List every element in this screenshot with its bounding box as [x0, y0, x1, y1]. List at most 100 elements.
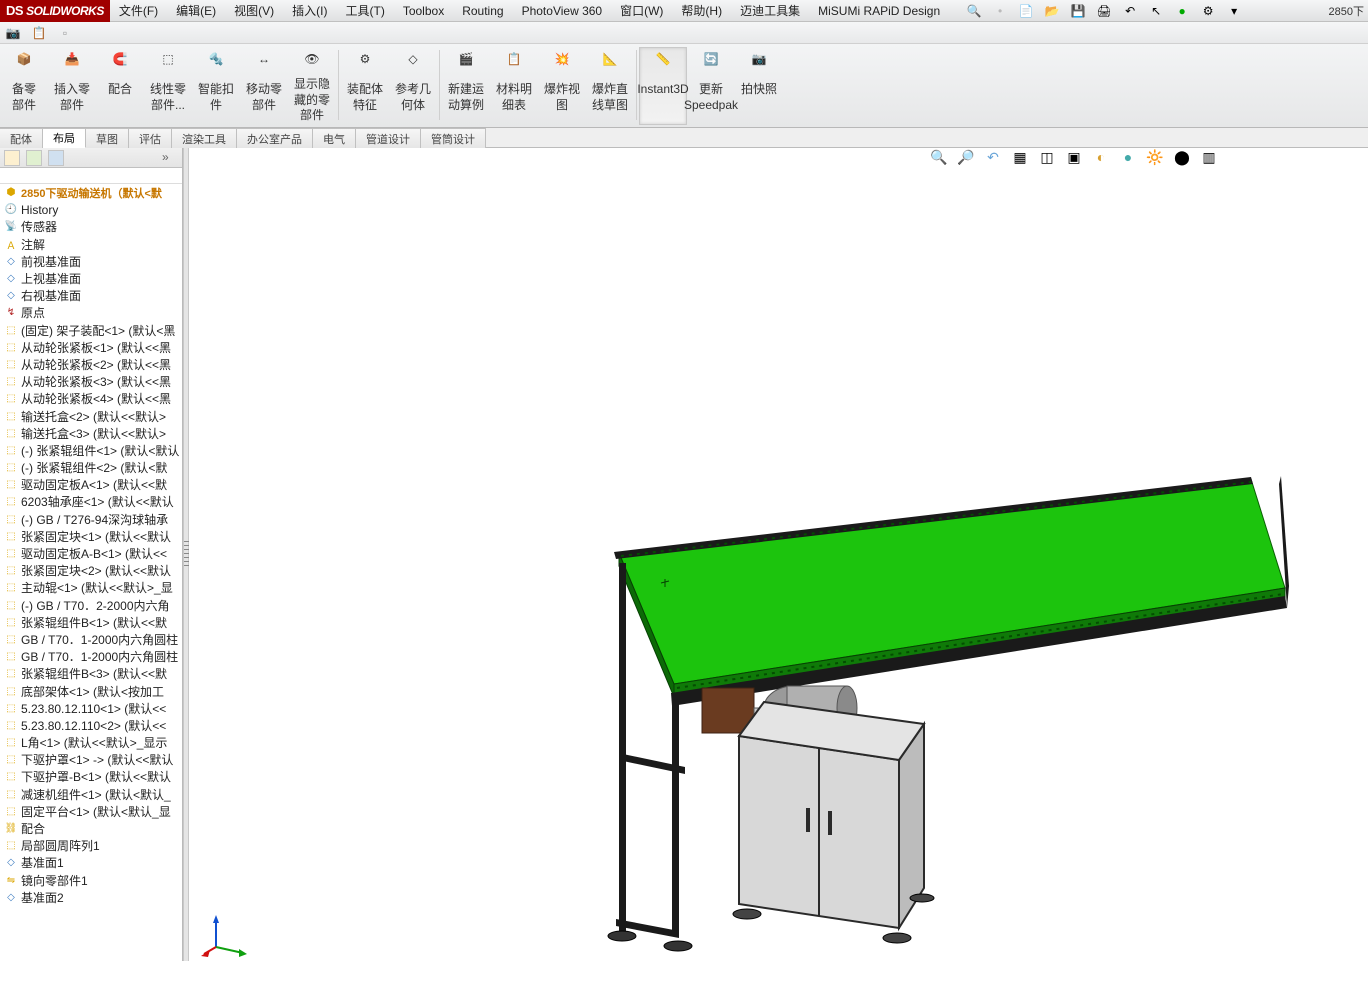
command-tab[interactable]: 渲染工具: [172, 128, 237, 148]
ribbon-button[interactable]: 📏Instant3D: [639, 47, 687, 125]
command-tab[interactable]: 配体: [0, 128, 43, 148]
command-tab[interactable]: 草图: [86, 128, 129, 148]
print-icon[interactable]: 🖨: [1095, 2, 1113, 20]
tree-item[interactable]: ⬚固定平台<1> (默认<默认_显: [0, 803, 182, 820]
command-tab[interactable]: 电气: [313, 128, 356, 148]
menu-item[interactable]: 文件(F): [110, 0, 167, 22]
command-tab[interactable]: 管筒设计: [421, 128, 486, 148]
tree-item[interactable]: 🕘History: [0, 201, 182, 218]
command-tab[interactable]: 布局: [43, 128, 86, 148]
tree-item[interactable]: ⬚减速机组件<1> (默认<默认_: [0, 786, 182, 803]
ribbon-button[interactable]: 🎬新建运动算例: [442, 47, 490, 125]
menu-item[interactable]: 帮助(H): [672, 0, 731, 22]
menu-item[interactable]: 编辑(E): [167, 0, 225, 22]
tree-item[interactable]: ⬚输送托盒<3> (默认<<默认>: [0, 425, 182, 442]
tree-item[interactable]: ◇上视基准面: [0, 270, 182, 287]
command-tab[interactable]: 管道设计: [356, 128, 421, 148]
ribbon-button[interactable]: 💥爆炸视图: [538, 47, 586, 125]
tree-tab-1[interactable]: [4, 150, 20, 166]
save-icon[interactable]: 💾: [1069, 2, 1087, 20]
new-icon[interactable]: 📄: [1017, 2, 1035, 20]
feature-tree[interactable]: ⬢2850下驱动输送机（默认<默🕘History📡传感器Ａ注解◇前视基准面◇上视…: [0, 184, 182, 961]
tree-item[interactable]: ⬚GB / T70．1-2000内六角圆柱: [0, 631, 182, 648]
menu-item[interactable]: 插入(I): [283, 0, 336, 22]
tree-item[interactable]: ⬚下驱护罩-B<1> (默认<<默认: [0, 768, 182, 785]
prev-view-icon[interactable]: ↶: [984, 148, 1002, 166]
tree-tab-2[interactable]: [26, 150, 42, 166]
tree-item[interactable]: ⬚5.23.80.12.110<1> (默认<<: [0, 700, 182, 717]
ribbon-button[interactable]: ⚙装配体特征: [341, 47, 389, 125]
tree-item[interactable]: ⬚局部圆周阵列1: [0, 837, 182, 854]
tree-item[interactable]: ⬚张紧固定块<2> (默认<<默认: [0, 562, 182, 579]
ribbon-button[interactable]: 📐爆炸直线草图: [586, 47, 634, 125]
ribbon-button[interactable]: 📷拍快照: [735, 47, 783, 125]
ribbon-button[interactable]: ↔移动零部件: [240, 47, 288, 125]
rebuild-icon[interactable]: ●: [1173, 2, 1191, 20]
search-icon[interactable]: 🔍: [965, 2, 983, 20]
tree-item[interactable]: ⬚(-) 张紧辊组件<1> (默认<默认: [0, 442, 182, 459]
tree-item[interactable]: ◇前视基准面: [0, 253, 182, 270]
tree-item[interactable]: ⬚(-) GB / T276-94深沟球轴承: [0, 511, 182, 528]
scene-icon[interactable]: 🔆: [1146, 148, 1164, 166]
tree-item[interactable]: ↯原点: [0, 304, 182, 321]
ribbon-button[interactable]: ◇参考几何体: [389, 47, 437, 125]
qa-icon-3[interactable]: ▫: [56, 24, 74, 42]
tree-item[interactable]: ⬚从动轮张紧板<1> (默认<<黑: [0, 339, 182, 356]
render-icon[interactable]: ⬤: [1173, 148, 1191, 166]
appear-icon[interactable]: ●: [1119, 148, 1137, 166]
ribbon-button[interactable]: ⬚线性零部件...: [144, 47, 192, 125]
command-tab[interactable]: 评估: [129, 128, 172, 148]
menu-item[interactable]: Routing: [453, 0, 512, 22]
tree-item[interactable]: ⬚(-) 张紧辊组件<2> (默认<默: [0, 459, 182, 476]
tree-item[interactable]: Ａ注解: [0, 236, 182, 253]
tree-item[interactable]: ⬚(-) GB / T70．2-2000内六角: [0, 597, 182, 614]
tree-item[interactable]: ⬚从动轮张紧板<4> (默认<<黑: [0, 390, 182, 407]
ribbon-button[interactable]: 📦备零部件: [0, 47, 48, 125]
ribbon-button[interactable]: 🔄更新Speedpak: [687, 47, 735, 125]
tree-tab-3[interactable]: [48, 150, 64, 166]
viewport-3d[interactable]: 🔍 🔎 ↶ ▦ ◫ ▣ ◐ ● 🔆 ⬤ ▥: [189, 148, 1368, 961]
tree-item[interactable]: ⬚底部架体<1> (默认<按加工: [0, 682, 182, 699]
qa-icon-1[interactable]: 📷: [4, 24, 22, 42]
tree-item[interactable]: ⬚张紧辊组件B<3> (默认<<默: [0, 665, 182, 682]
tree-filter[interactable]: [0, 168, 182, 184]
menu-item[interactable]: PhotoView 360: [513, 0, 612, 22]
section-icon[interactable]: ▦: [1011, 148, 1029, 166]
open-icon[interactable]: 📂: [1043, 2, 1061, 20]
tree-item[interactable]: ⬚输送托盒<2> (默认<<默认>: [0, 407, 182, 424]
tree-item[interactable]: ⛓配合: [0, 820, 182, 837]
select-icon[interactable]: ↖: [1147, 2, 1165, 20]
tree-item[interactable]: ⬚主动辊<1> (默认<<默认>_显: [0, 579, 182, 596]
tree-item[interactable]: ⬚(固定) 架子装配<1> (默认<黑: [0, 322, 182, 339]
qa-icon-2[interactable]: 📋: [30, 24, 48, 42]
tree-item[interactable]: ⬚张紧固定块<1> (默认<<默认: [0, 528, 182, 545]
tree-root[interactable]: ⬢2850下驱动输送机（默认<默: [0, 184, 182, 201]
tree-item[interactable]: ⬚下驱护罩<1> -> (默认<<默认: [0, 751, 182, 768]
menu-item[interactable]: Toolbox: [394, 0, 453, 22]
ribbon-button[interactable]: 👁显示隐藏的零部件: [288, 47, 336, 125]
tree-item[interactable]: ◇基准面1: [0, 854, 182, 871]
menu-item[interactable]: 窗口(W): [611, 0, 672, 22]
tree-item[interactable]: ⬚L角<1> (默认<<默认>_显示: [0, 734, 182, 751]
menu-item[interactable]: 迈迪工具集: [731, 0, 809, 22]
tree-item[interactable]: ⬚从动轮张紧板<3> (默认<<黑: [0, 373, 182, 390]
tree-item[interactable]: ⇋镜向零部件1: [0, 872, 182, 889]
display-style-icon[interactable]: ▣: [1065, 148, 1083, 166]
tree-item[interactable]: ⬚张紧辊组件B<1> (默认<<默: [0, 614, 182, 631]
dropdown-icon[interactable]: ▾: [1225, 2, 1243, 20]
zoom-fit-icon[interactable]: 🔍: [930, 148, 948, 166]
hide-show-icon[interactable]: ◐: [1092, 148, 1110, 166]
tree-item[interactable]: ⬚驱动固定板A-B<1> (默认<<: [0, 545, 182, 562]
ribbon-button[interactable]: 📋材料明细表: [490, 47, 538, 125]
view-settings-icon[interactable]: ▥: [1200, 148, 1218, 166]
tree-item[interactable]: 📡传感器: [0, 218, 182, 235]
undo-icon[interactable]: ↶: [1121, 2, 1139, 20]
ribbon-button[interactable]: 🧲配合: [96, 47, 144, 125]
tree-item[interactable]: ⬚从动轮张紧板<2> (默认<<黑: [0, 356, 182, 373]
menu-item[interactable]: 工具(T): [337, 0, 394, 22]
view-orient-icon[interactable]: ◫: [1038, 148, 1056, 166]
tree-item[interactable]: ◇基准面2: [0, 889, 182, 906]
zoom-area-icon[interactable]: 🔎: [957, 148, 975, 166]
ribbon-button[interactable]: 🔩智能扣件: [192, 47, 240, 125]
menu-item[interactable]: 视图(V): [225, 0, 283, 22]
